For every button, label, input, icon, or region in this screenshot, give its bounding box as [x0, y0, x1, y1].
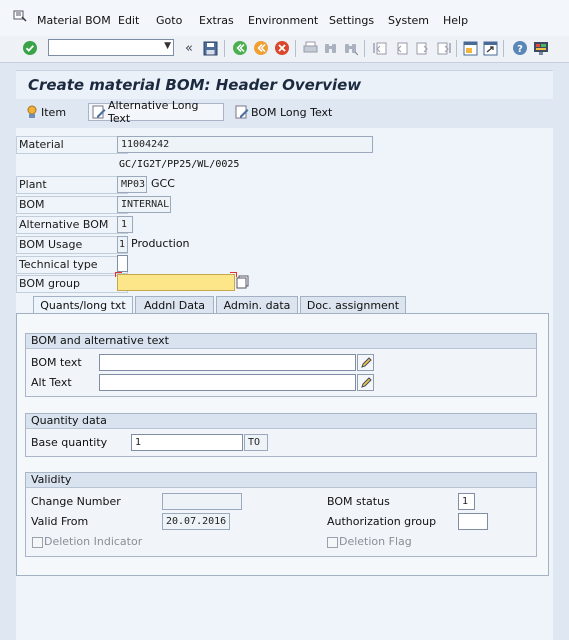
back-icon[interactable] — [232, 40, 248, 56]
command-field[interactable]: ▼ — [48, 39, 174, 56]
edit-bom-text-icon[interactable] — [357, 354, 374, 371]
quantity-data-group-title: Quantity data — [26, 414, 536, 429]
edit-alt-text-icon[interactable] — [357, 374, 374, 391]
collapse-command-icon[interactable]: « — [181, 40, 197, 56]
standard-toolbar: ▼ « ? — [0, 36, 569, 63]
bom-usage-field[interactable]: 1 — [117, 236, 128, 253]
menu-help[interactable]: Help — [443, 14, 468, 27]
chevron-down-icon[interactable]: ▼ — [164, 41, 171, 51]
system-menu-icon[interactable] — [13, 10, 27, 22]
bom-status-label: BOM status — [327, 495, 390, 508]
customize-layout-icon[interactable] — [533, 40, 549, 56]
page-title: Create material BOM: Header Overview — [28, 76, 362, 94]
alt-text-input[interactable] — [99, 374, 356, 391]
alternative-bom-field[interactable]: 1 — [117, 216, 133, 233]
material-field[interactable]: 11004242 — [117, 136, 373, 153]
bom-group-search-help-icon[interactable] — [236, 275, 249, 289]
alternative-long-text-label: Alternative Long Text — [108, 99, 199, 125]
bom-group-field[interactable] — [115, 272, 237, 291]
last-page-icon[interactable] — [435, 40, 451, 56]
item-button[interactable]: Item — [22, 103, 69, 121]
change-number-label: Change Number — [31, 495, 121, 508]
menu-settings[interactable]: Settings — [329, 14, 374, 27]
bom-long-text-label: BOM Long Text — [251, 105, 333, 119]
tab-panel: BOM and alternative text BOM text Alt Te… — [16, 313, 549, 576]
alternative-long-text-button[interactable]: Alternative Long Text — [88, 99, 224, 125]
tab-addnl-data[interactable]: Addnl Data — [135, 296, 214, 314]
plant-field[interactable]: MP03 — [117, 176, 147, 193]
save-icon[interactable] — [202, 40, 218, 56]
exit-icon[interactable] — [253, 40, 269, 56]
deletion-indicator-checkbox[interactable] — [32, 537, 43, 548]
change-number-field[interactable] — [162, 493, 242, 510]
technical-type-label: Technical type — [16, 256, 128, 274]
material-label: Material — [16, 136, 128, 154]
previous-page-icon[interactable] — [393, 40, 409, 56]
title-bar: Create material BOM: Header Overview — [16, 70, 553, 99]
bom-text-group-title: BOM and alternative text — [26, 334, 536, 349]
menu-bar: Material BOM Edit Goto Extras Environmen… — [0, 0, 569, 36]
menu-edit[interactable]: Edit — [118, 14, 139, 27]
menu-material-bom[interactable]: Material BOM — [37, 14, 111, 27]
plant-label: Plant — [16, 176, 128, 194]
valid-from-field[interactable]: 20.07.2016 — [162, 513, 230, 530]
tab-admin-data[interactable]: Admin. data — [216, 296, 298, 314]
menu-system[interactable]: System — [388, 14, 429, 27]
alt-text-label: Alt Text — [31, 376, 72, 389]
application-toolbar: Item Alternative Long Text BOM Long Text — [16, 99, 553, 126]
new-session-icon[interactable] — [462, 40, 478, 56]
item-button-label: Item — [41, 105, 67, 119]
bom-text-input[interactable] — [99, 354, 356, 371]
menu-goto[interactable]: Goto — [156, 14, 182, 27]
plant-description: GCC — [151, 177, 175, 190]
bom-field[interactable]: INTERNAL — [117, 196, 171, 213]
base-quantity-input[interactable]: 1 — [131, 434, 243, 451]
first-page-icon[interactable] — [372, 40, 388, 56]
edit-text-icon — [92, 105, 106, 119]
validity-group: Validity Change Number Valid From 20.07.… — [25, 472, 537, 557]
shortcut-icon[interactable] — [482, 40, 498, 56]
deletion-flag-label: Deletion Flag — [339, 535, 412, 548]
base-quantity-label: Base quantity — [31, 436, 108, 449]
bom-long-text-button[interactable]: BOM Long Text — [232, 103, 335, 121]
menu-environment[interactable]: Environment — [248, 14, 318, 27]
bom-label: BOM — [16, 196, 128, 214]
svg-text:?: ? — [517, 44, 523, 55]
bom-usage-description: Production — [131, 237, 190, 250]
valid-from-label: Valid From — [31, 515, 89, 528]
authorization-group-label: Authorization group — [327, 515, 437, 528]
find-next-icon[interactable] — [342, 40, 358, 56]
help-icon[interactable]: ? — [512, 40, 528, 56]
base-unit-field[interactable]: TO — [244, 434, 268, 451]
authorization-group-input[interactable] — [458, 513, 488, 530]
validity-group-title: Validity — [26, 473, 536, 488]
enter-icon[interactable] — [22, 40, 38, 56]
menu-extras[interactable]: Extras — [199, 14, 234, 27]
next-page-icon[interactable] — [414, 40, 430, 56]
cancel-icon[interactable] — [274, 40, 290, 56]
tab-doc-assignment[interactable]: Doc. assignment — [300, 296, 406, 314]
alternative-bom-label: Alternative BOM — [16, 216, 128, 234]
print-icon[interactable] — [302, 40, 318, 56]
quantity-data-group: Quantity data Base quantity 1 TO — [25, 413, 537, 457]
material-description: GC/IG2T/PP25/WL/0025 — [119, 159, 240, 170]
technical-type-field[interactable] — [117, 255, 128, 272]
deletion-indicator-label: Deletion Indicator — [44, 535, 143, 548]
edit-text-icon — [235, 105, 249, 119]
item-icon — [25, 105, 39, 119]
bom-usage-label: BOM Usage — [16, 236, 128, 254]
bom-status-input[interactable]: 1 — [458, 493, 475, 510]
find-icon[interactable] — [322, 40, 338, 56]
bom-text-label: BOM text — [31, 356, 82, 369]
bom-group-label: BOM group — [16, 275, 128, 293]
deletion-flag-checkbox[interactable] — [327, 537, 338, 548]
bom-text-group: BOM and alternative text BOM text Alt Te… — [25, 333, 537, 397]
